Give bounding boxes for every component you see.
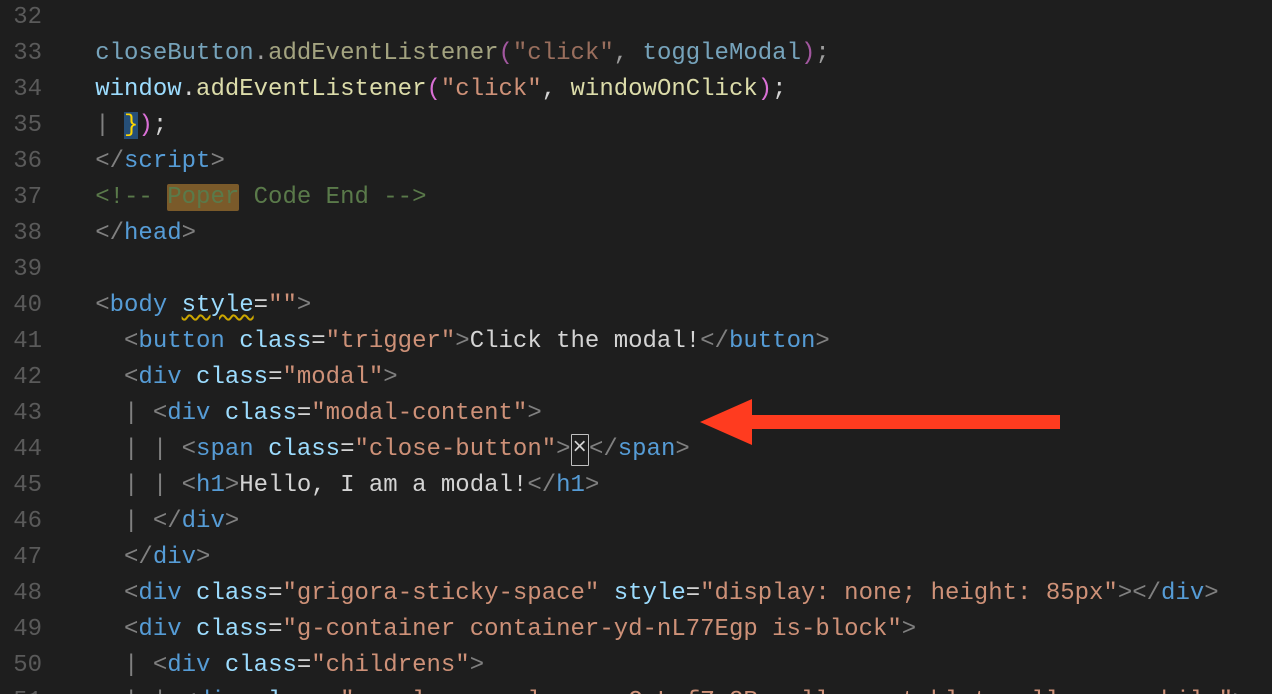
line-number: 42 — [0, 360, 52, 396]
line-number: 36 — [0, 144, 52, 180]
code-line[interactable]: <button class="trigger">Click the modal!… — [52, 324, 1272, 360]
code-line[interactable]: | </div> — [52, 504, 1272, 540]
code-line[interactable]: | | <span class="close-button">×</span> — [52, 432, 1272, 468]
code-line[interactable]: <div class="grigora-sticky-space" style=… — [52, 576, 1272, 612]
line-number: 47 — [0, 540, 52, 576]
line-number: 44 — [0, 432, 52, 468]
code-line[interactable]: | <div class="childrens"> — [52, 648, 1272, 684]
code-line[interactable]: | }); — [52, 108, 1272, 144]
line-number: 33 — [0, 36, 52, 72]
line-number: 37 — [0, 180, 52, 216]
code-line[interactable]: </script> — [52, 144, 1272, 180]
line-number: 51 — [0, 684, 52, 694]
line-number: 40 — [0, 288, 52, 324]
code-line[interactable]: </div> — [52, 540, 1272, 576]
line-number: 32 — [0, 0, 52, 36]
code-area[interactable]: closeButton.addEventListener("click", to… — [52, 0, 1272, 694]
code-line[interactable]: | | <h1>Hello, I am a modal!</h1> — [52, 468, 1272, 504]
code-line[interactable]: | <div class="modal-content"> — [52, 396, 1272, 432]
code-line[interactable]: <div class="g-container container-yd-nL7… — [52, 612, 1272, 648]
line-number: 49 — [0, 612, 52, 648]
line-number: 50 — [0, 648, 52, 684]
code-line[interactable]: closeButton.addEventListener("click", to… — [52, 36, 1272, 72]
code-line[interactable] — [52, 252, 1272, 288]
line-number: 34 — [0, 72, 52, 108]
code-line[interactable]: window.addEventListener("click", windowO… — [52, 72, 1272, 108]
close-glyph: × — [571, 434, 589, 466]
code-editor[interactable]: 32 33 34 35 36 37 38 39 40 41 42 43 44 4… — [0, 0, 1272, 694]
line-number: 45 — [0, 468, 52, 504]
line-number: 38 — [0, 216, 52, 252]
line-number: 35 — [0, 108, 52, 144]
code-line[interactable]: </head> — [52, 216, 1272, 252]
line-number: 43 — [0, 396, 52, 432]
line-number-gutter: 32 33 34 35 36 37 38 39 40 41 42 43 44 4… — [0, 0, 52, 694]
code-line[interactable]: | | <div class="g-columns columns--CgLof… — [52, 684, 1272, 694]
line-number: 48 — [0, 576, 52, 612]
code-line[interactable]: <!-- Poper Code End --> — [52, 180, 1272, 216]
line-number: 46 — [0, 504, 52, 540]
code-line[interactable]: <div class="modal"> — [52, 360, 1272, 396]
code-line[interactable]: <body style=""> — [52, 288, 1272, 324]
line-number: 41 — [0, 324, 52, 360]
line-number: 39 — [0, 252, 52, 288]
